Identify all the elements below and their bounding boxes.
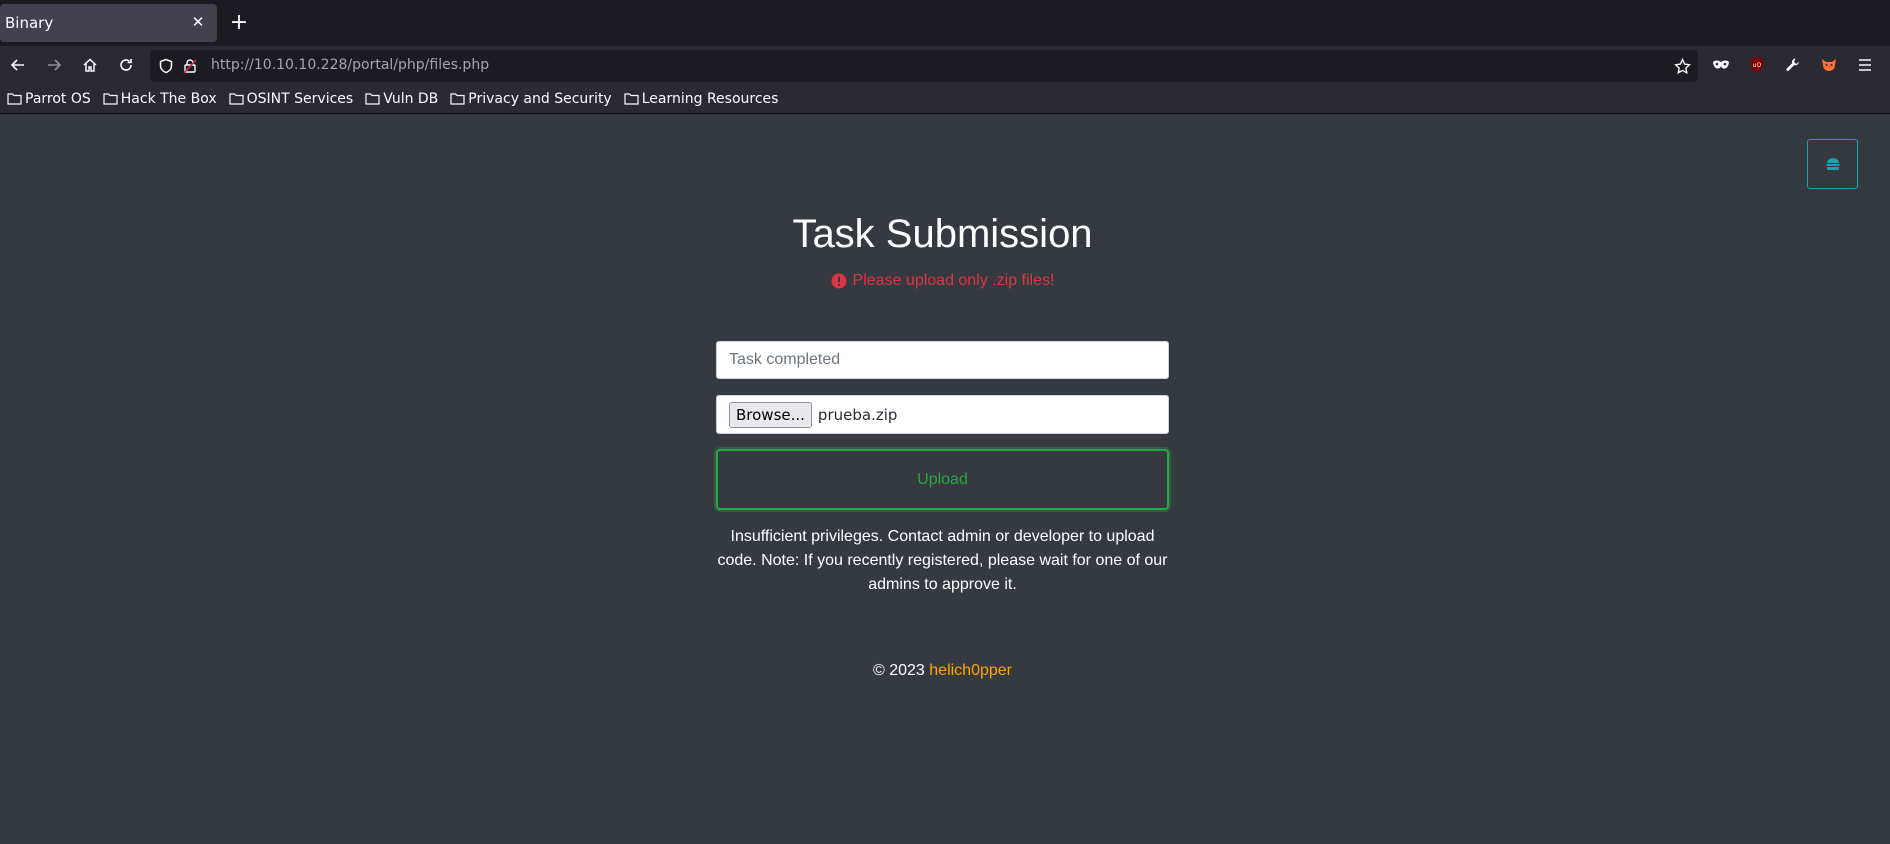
shield-icon[interactable] [157, 57, 175, 75]
forward-arrow-icon[interactable] [43, 54, 65, 76]
burger-icon [1826, 158, 1839, 170]
new-tab-icon[interactable]: + [228, 12, 250, 34]
navbar-toggle-button[interactable] [1807, 139, 1858, 189]
wrench-icon[interactable] [1782, 54, 1804, 76]
folder-icon [365, 93, 380, 105]
bookmark-osint-services[interactable]: OSINT Services [229, 90, 354, 107]
ublock-icon[interactable]: uO [1746, 54, 1768, 76]
bookmark-learning-resources[interactable]: Learning Resources [624, 90, 779, 107]
browser-navbar: http://10.10.10.228/portal/php/files.php… [0, 46, 1890, 84]
close-icon[interactable]: ✕ [189, 13, 207, 31]
alert-text: Please upload only .zip files! [852, 272, 1055, 289]
exclamation-circle-icon [831, 273, 847, 289]
bookmarks-toolbar: Parrot OS Hack The Box OSINT Services Vu… [0, 84, 1890, 114]
url-bar[interactable]: http://10.10.10.228/portal/php/files.php [150, 50, 1698, 82]
bookmark-label: Vuln DB [383, 90, 439, 107]
browser-tabbar: Binary ✕ + [0, 0, 1890, 46]
page-title: Task Submission [792, 212, 1093, 256]
reload-icon[interactable] [115, 54, 137, 76]
author-link[interactable]: helich0pper [929, 662, 1012, 679]
hamburger-menu-icon[interactable] [1854, 54, 1876, 76]
privileges-notice: Insufficient privileges. Contact admin o… [717, 528, 1168, 593]
folder-icon [7, 93, 22, 105]
url-text[interactable]: http://10.10.10.228/portal/php/files.php [211, 57, 489, 73]
url-path: /portal/php/files.php [347, 57, 490, 73]
task-input[interactable] [716, 341, 1169, 379]
home-icon[interactable] [79, 54, 101, 76]
url-host: http://10.10.10.228 [211, 57, 348, 73]
foxyproxy-icon[interactable] [1818, 54, 1840, 76]
tab-title: Binary [5, 14, 54, 32]
bookmark-hack-the-box[interactable]: Hack The Box [103, 91, 217, 107]
private-mask-icon[interactable] [1710, 54, 1732, 76]
browser-tab[interactable]: Binary ✕ [0, 4, 217, 42]
insecure-lock-icon[interactable] [181, 57, 199, 75]
footer: © 2023 helich0pper [716, 662, 1169, 680]
selected-file-name: prueba.zip [817, 405, 898, 424]
back-arrow-icon[interactable] [7, 54, 29, 76]
bookmark-label: Privacy and Security [468, 90, 612, 107]
page-content: Task Submission Please upload only .zip … [0, 115, 1890, 844]
folder-icon [103, 93, 118, 105]
folder-icon [229, 93, 244, 105]
copyright-text: © 2023 [872, 662, 925, 679]
bookmark-star-icon[interactable] [1673, 57, 1691, 75]
file-input[interactable]: Browse... prueba.zip [716, 395, 1169, 434]
bookmark-label: Learning Resources [641, 90, 779, 107]
bookmark-label: Hack The Box [120, 90, 217, 107]
browse-button[interactable]: Browse... [729, 401, 812, 428]
folder-icon [624, 93, 639, 105]
folder-icon [450, 93, 465, 105]
bookmark-vuln-db[interactable]: Vuln DB [365, 91, 438, 107]
bookmark-label: OSINT Services [246, 90, 354, 107]
svg-text:uO: uO [1753, 62, 1762, 69]
bookmark-privacy-and-security[interactable]: Privacy and Security [450, 90, 612, 107]
error-alert: Please upload only .zip files! [716, 272, 1169, 290]
bookmark-parrot-os[interactable]: Parrot OS [7, 91, 91, 107]
upload-button[interactable]: Upload [716, 449, 1169, 510]
bookmark-label: Parrot OS [25, 90, 91, 107]
